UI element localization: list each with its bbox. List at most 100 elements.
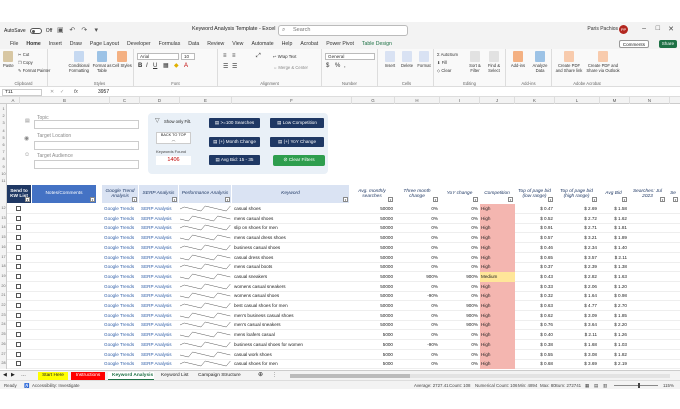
bold-button[interactable]: B: [138, 63, 142, 69]
column-header-f[interactable]: F: [232, 97, 352, 104]
three-month-change-cell[interactable]: 0%: [395, 214, 440, 224]
bid-low-cell[interactable]: $ 0.47: [515, 204, 555, 214]
keyword-cell[interactable]: casual dress shoes: [234, 253, 352, 263]
avg-bid-cell[interactable]: $ 1.85: [599, 311, 629, 321]
google-trends-link[interactable]: Google Trends: [102, 204, 139, 214]
keyword-cell[interactable]: casual sneakers: [234, 272, 352, 282]
google-trends-link[interactable]: Google Trends: [102, 253, 139, 263]
avg-bid-cell[interactable]: $ 2.11: [599, 253, 629, 263]
page-layout-icon[interactable]: ▤: [594, 382, 598, 389]
bid-high-cell[interactable]: $ 2.72: [555, 214, 599, 224]
keyword-cell[interactable]: best casual shoes for men: [234, 301, 352, 311]
yoy-change-cell[interactable]: 0%: [440, 359, 480, 369]
tab-acrobat[interactable]: Acrobat: [296, 39, 322, 49]
avg-bid-cell[interactable]: $ 1.58: [599, 204, 629, 214]
cut-button[interactable]: ✂ Cut: [18, 52, 29, 57]
notes-cell[interactable]: [32, 243, 97, 253]
column-header-g[interactable]: G: [352, 97, 395, 104]
tab-insert[interactable]: Insert: [45, 39, 66, 49]
normal-view-icon[interactable]: ▦: [585, 382, 589, 389]
competition-cell[interactable]: High: [480, 320, 515, 331]
yoy-change-cell[interactable]: 0%: [440, 204, 480, 214]
filter-dropdown-icon[interactable]: ▾: [172, 197, 177, 202]
competition-cell[interactable]: High: [480, 242, 515, 253]
three-month-change-cell[interactable]: 0%: [395, 262, 440, 272]
enter-icon[interactable]: ✓: [60, 89, 64, 95]
notes-cell[interactable]: [32, 204, 97, 214]
bid-high-cell[interactable]: $ 3.08: [555, 350, 599, 360]
notes-cell[interactable]: [32, 214, 97, 224]
serp-analysis-link[interactable]: SERP Analysis: [141, 262, 181, 272]
avg-bid-cell[interactable]: $ 1.20: [599, 282, 629, 292]
yoy-change-cell[interactable]: 0%: [440, 262, 480, 272]
avg-bid-cell[interactable]: $ 2.70: [599, 301, 629, 311]
avg-bid-cell[interactable]: $ 1.62: [599, 214, 629, 224]
yoy-change-cell[interactable]: 0%: [440, 223, 480, 233]
google-trends-link[interactable]: Google Trends: [102, 233, 139, 243]
zoom-slider[interactable]: [614, 383, 658, 388]
bid-high-cell[interactable]: $ 3.21: [555, 233, 599, 243]
send-to-list-checkbox[interactable]: [16, 293, 21, 299]
row-number[interactable]: 11: [0, 179, 7, 183]
orientation-icon[interactable]: ⤢: [256, 53, 261, 59]
filter-dropdown-icon[interactable]: ▾: [660, 197, 665, 202]
comments-button[interactable]: Comments: [618, 40, 649, 48]
cell-styles-button[interactable]: Cell Styles: [112, 51, 132, 68]
avg-searches-cell[interactable]: 50000: [350, 301, 395, 311]
font-name-dropdown[interactable]: Arial: [137, 53, 179, 60]
column-header-h[interactable]: H: [395, 97, 440, 104]
row-number[interactable]: 21: [0, 293, 7, 297]
keyword-cell[interactable]: casual shoes: [234, 204, 352, 214]
send-to-list-checkbox[interactable]: [16, 225, 21, 231]
avg-searches-cell[interactable]: 5000: [350, 350, 395, 360]
bid-low-cell[interactable]: $ 0.46: [515, 243, 555, 253]
avg-bid-cell[interactable]: $ 2.20: [599, 320, 629, 330]
name-box[interactable]: T11: [2, 89, 42, 96]
clear-button[interactable]: ◇ Clear: [437, 68, 451, 73]
find-select-button[interactable]: Find & Select: [485, 51, 503, 73]
column-header-d[interactable]: D: [140, 97, 180, 104]
yoy-change-cell[interactable]: 0%: [440, 340, 480, 350]
three-month-change-cell[interactable]: 0%: [395, 204, 440, 214]
serp-analysis-link[interactable]: SERP Analysis: [141, 214, 181, 224]
keyword-cell[interactable]: men's casual sneakers: [234, 320, 352, 330]
bid-high-cell[interactable]: $ 3.09: [555, 311, 599, 321]
serp-analysis-link[interactable]: SERP Analysis: [141, 282, 181, 292]
row-number[interactable]: 5: [0, 136, 7, 140]
avg-searches-cell[interactable]: 50000: [350, 272, 395, 282]
row-number[interactable]: 2: [0, 114, 7, 118]
three-month-change-cell[interactable]: 0%: [395, 330, 440, 340]
insert-button[interactable]: Insert: [382, 51, 398, 68]
sheet-tab-start-here[interactable]: Start Here: [38, 372, 68, 380]
notes-cell[interactable]: [32, 359, 97, 369]
bid-low-cell[interactable]: $ 0.91: [515, 223, 555, 233]
three-month-change-cell[interactable]: 0%: [395, 311, 440, 321]
avg-searches-cell[interactable]: 50000: [350, 320, 395, 330]
three-month-change-cell[interactable]: 0%: [395, 223, 440, 233]
font-color-icon[interactable]: A: [184, 63, 188, 69]
keyword-cell[interactable]: mens loafers casual: [234, 330, 352, 340]
bid-high-cell[interactable]: $ 2.34: [555, 243, 599, 253]
yoy-change-cell[interactable]: 0%: [440, 243, 480, 253]
serp-analysis-link[interactable]: SERP Analysis: [141, 301, 181, 311]
create-pdf-share-link-button[interactable]: Create PDF and Share link: [554, 51, 584, 73]
row-number[interactable]: 6: [0, 143, 7, 147]
filter-dropdown-icon[interactable]: ▾: [473, 197, 478, 202]
keyword-cell[interactable]: casual shoes for men: [234, 359, 352, 369]
row-number[interactable]: 26: [0, 342, 7, 346]
target-location-input[interactable]: [34, 141, 139, 150]
notes-cell[interactable]: [32, 301, 97, 311]
row-number[interactable]: 19: [0, 274, 7, 278]
bid-high-cell[interactable]: $ 4.77: [555, 301, 599, 311]
italic-button[interactable]: I: [146, 63, 148, 69]
notes-cell[interactable]: [32, 350, 97, 360]
yoy-change-cell[interactable]: 0%: [440, 214, 480, 224]
competition-cell[interactable]: High: [480, 349, 515, 360]
addins-button[interactable]: Add-ins: [508, 51, 528, 68]
row-number[interactable]: 3: [0, 121, 7, 125]
format-as-table-button[interactable]: Format as Table: [91, 51, 113, 73]
bid-low-cell[interactable]: $ 0.40: [515, 330, 555, 340]
percent-icon[interactable]: %: [335, 63, 340, 69]
autosave-toggle[interactable]: [29, 27, 42, 34]
avg-searches-cell[interactable]: 50000: [350, 233, 395, 243]
